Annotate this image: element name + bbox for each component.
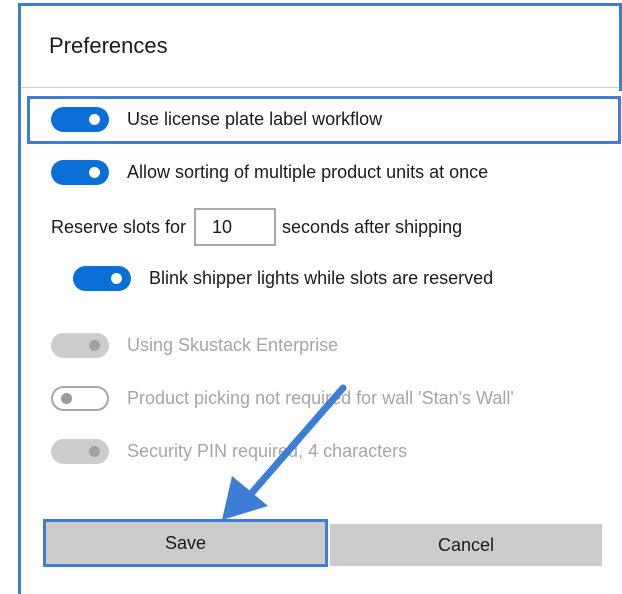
setting-row-blink-lights: Blink shipper lights while slots are res… bbox=[73, 266, 493, 291]
dialog-title: Preferences bbox=[49, 33, 168, 58]
window-frame-left bbox=[18, 3, 21, 594]
toggle-knob bbox=[61, 393, 72, 404]
product-picking-toggle bbox=[51, 386, 109, 411]
reserve-prefix-label: Reserve slots for bbox=[51, 216, 187, 237]
setting-row-skustack: Using Skustack Enterprise bbox=[51, 333, 338, 358]
toggle-knob bbox=[89, 340, 100, 351]
blink-lights-toggle[interactable] bbox=[73, 266, 131, 291]
annotation-arrow-icon bbox=[222, 384, 347, 520]
product-picking-label: Product picking not required for wall 'S… bbox=[127, 388, 514, 408]
setting-row-multi-sort: Allow sorting of multiple product units … bbox=[51, 160, 488, 185]
toggle-knob bbox=[89, 446, 100, 457]
window-frame-top bbox=[18, 3, 622, 6]
toggle-knob bbox=[89, 167, 100, 178]
toggle-knob bbox=[111, 273, 122, 284]
security-pin-label: Security PIN required, 4 characters bbox=[127, 441, 408, 461]
skustack-label: Using Skustack Enterprise bbox=[127, 335, 339, 355]
setting-row-license-plate: Use license plate label workflow bbox=[51, 107, 382, 132]
multi-sort-label: Allow sorting of multiple product units … bbox=[127, 162, 489, 182]
skustack-toggle bbox=[51, 333, 109, 358]
multi-sort-toggle[interactable] bbox=[51, 160, 109, 185]
setting-row-reserve-slots: Reserve slots for seconds after shipping bbox=[51, 208, 462, 246]
setting-row-security-pin: Security PIN required, 4 characters bbox=[51, 439, 407, 464]
license-plate-toggle[interactable] bbox=[51, 107, 109, 132]
reserve-suffix-label: seconds after shipping bbox=[282, 216, 463, 237]
save-button[interactable]: Save bbox=[46, 522, 325, 564]
blink-lights-label: Blink shipper lights while slots are res… bbox=[149, 268, 494, 288]
cancel-button[interactable]: Cancel bbox=[330, 524, 602, 566]
setting-row-product-picking: Product picking not required for wall 'S… bbox=[51, 386, 514, 411]
reserve-seconds-input[interactable] bbox=[194, 208, 277, 246]
toggle-knob bbox=[89, 114, 100, 125]
title-divider bbox=[21, 87, 619, 88]
license-plate-label: Use license plate label workflow bbox=[127, 109, 383, 129]
security-pin-toggle bbox=[51, 439, 109, 464]
